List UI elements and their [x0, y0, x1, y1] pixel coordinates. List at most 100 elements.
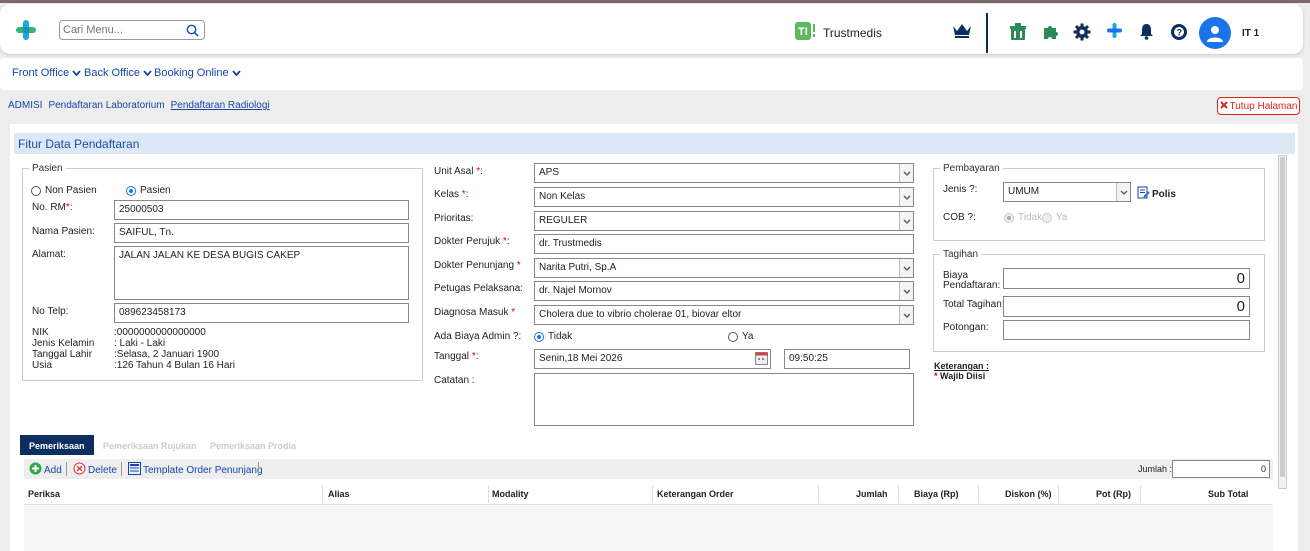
unit-label: Unit Asal *: [434, 166, 483, 177]
chevron-down-icon[interactable] [899, 212, 913, 230]
tab-pemeriksaan-rujukan[interactable]: Pemeriksaan Rujukan [94, 435, 206, 455]
support-doctor-select[interactable]: Narita Putri, Sp.A [534, 258, 914, 278]
age-value: :126 Tahun 4 Bulan 16 Hari [114, 360, 236, 371]
breadcrumb-laboratorium[interactable]: Pendaftaran Laboratorium [48, 100, 164, 111]
patient-radio[interactable]: Pasien [126, 185, 171, 196]
exam-table-header: Periksa Alias Modality Keterangan Order … [24, 483, 1273, 505]
payment-type-select[interactable]: UMUM [1003, 182, 1131, 202]
count-field[interactable]: 0 [1172, 460, 1270, 478]
patient-radio-button[interactable] [126, 185, 136, 196]
panel-scrollbar[interactable] [1278, 155, 1287, 489]
header-divider [986, 13, 988, 53]
col-jumlah[interactable]: Jumlah [856, 489, 888, 499]
required-mark: * [502, 236, 507, 247]
cob-no-radio[interactable]: Tidak [1004, 212, 1042, 223]
gear-icon[interactable] [1073, 23, 1091, 44]
col-periksa[interactable]: Periksa [28, 489, 60, 499]
add-icon [29, 462, 42, 478]
user-avatar-icon[interactable] [1199, 17, 1231, 49]
non-patient-radio-button[interactable] [31, 185, 41, 196]
column-divider [898, 485, 899, 503]
phone-label: No Telp: [32, 306, 69, 317]
class-select[interactable]: Non Kelas [534, 187, 914, 207]
menu-front-office-label: Front Office [12, 67, 70, 79]
tab-pemeriksaan-prodia[interactable]: Pemeriksaan Prodia [201, 435, 305, 455]
scrollbar-thumb[interactable] [1280, 157, 1285, 477]
menu-back-office[interactable]: Back Office [84, 67, 152, 79]
diagnosis-select[interactable]: Cholera due to vibrio cholerae 01, biova… [534, 305, 914, 325]
search-icon[interactable] [186, 24, 199, 40]
date-field-value: Senin,18 Mei 2026 [539, 353, 623, 364]
chevron-down-icon[interactable] [899, 164, 913, 182]
breadcrumb-radiologi[interactable]: Pendaftaran Radiologi [171, 100, 270, 111]
cob-no-radio-button[interactable] [1004, 212, 1014, 223]
template-order-label: Template Order Penunjang [143, 464, 263, 476]
required-mark: * [471, 351, 476, 362]
chevron-down-icon[interactable] [899, 306, 913, 324]
col-biaya[interactable]: Biaya (Rp) [914, 489, 959, 499]
notes-field[interactable] [534, 373, 914, 426]
breadcrumb-admisi[interactable]: ADMISI [8, 100, 42, 111]
chevron-down-icon[interactable] [899, 282, 913, 300]
puzzle-icon[interactable] [1042, 23, 1059, 43]
birthdate-value: :Selasa, 2 Januari 1900 [114, 349, 220, 360]
total-bill-field[interactable]: 0 [1003, 296, 1250, 317]
col-sub-total[interactable]: Sub Total [1208, 489, 1248, 499]
chevron-down-icon[interactable] [1116, 183, 1130, 201]
registration-fee-field[interactable]: 0 [1003, 268, 1250, 289]
template-order-button[interactable]: Template Order Penunjang [128, 462, 263, 478]
chevron-down-icon[interactable] [899, 259, 913, 277]
time-field[interactable]: 09:50:25 [784, 349, 910, 369]
close-page-button[interactable]: Tutup Halaman [1217, 97, 1300, 115]
add-button[interactable]: Add [29, 462, 62, 478]
patient-name-field[interactable]: SAIFUL, Tn. [114, 223, 409, 243]
support-doctor-select-value: Narita Putri, Sp.A [539, 262, 617, 273]
app-logo-icon[interactable] [15, 19, 37, 44]
admin-yes-radio[interactable]: Ya [728, 331, 754, 342]
priority-select[interactable]: REGULER [534, 211, 914, 231]
birthdate-label: Tanggal Lahir [32, 349, 93, 360]
col-modality[interactable]: Modality [492, 489, 529, 499]
officer-select[interactable]: dr. Najel Mornov [534, 281, 914, 301]
menu-booking-online[interactable]: Booking Online [154, 67, 241, 79]
delete-button[interactable]: Delete [73, 462, 117, 478]
medical-cross-icon[interactable] [1107, 23, 1122, 41]
chevron-down-icon [143, 67, 152, 79]
menu-front-office[interactable]: Front Office [12, 67, 81, 79]
polis-label: Polis [1152, 188, 1176, 200]
tab-pemeriksaan[interactable]: Pemeriksaan [20, 435, 94, 455]
polis-button[interactable]: Polis [1137, 186, 1176, 202]
registration-fee-label: Biaya Pendaftaran: [943, 271, 1000, 291]
crown-icon[interactable] [952, 22, 972, 41]
cob-yes-radio-button[interactable] [1042, 212, 1052, 223]
cob-yes-radio[interactable]: Ya [1042, 212, 1068, 223]
col-keterangan-order[interactable]: Keterangan Order [657, 489, 734, 499]
calendar-icon[interactable] [755, 352, 768, 368]
non-patient-radio[interactable]: Non Pasien [31, 185, 97, 196]
rm-field[interactable]: 25000503 [114, 200, 409, 220]
unit-select[interactable]: APS [534, 163, 914, 183]
col-pot[interactable]: Pot (Rp) [1096, 489, 1131, 499]
address-field[interactable]: JALAN JALAN KE DESA BUGIS CAKEP [114, 246, 409, 300]
nik-label: NIK [32, 327, 49, 338]
col-diskon[interactable]: Diskon (%) [1005, 489, 1052, 499]
svg-text:?: ? [1177, 28, 1183, 38]
admin-no-radio-button[interactable] [534, 331, 544, 342]
discount-field[interactable] [1003, 320, 1250, 340]
username[interactable]: IT 1 [1242, 28, 1259, 39]
officer-select-value: dr. Najel Mornov [539, 285, 612, 296]
search-box[interactable] [59, 20, 205, 40]
chevron-down-icon[interactable] [899, 188, 913, 206]
toolbar-divider [121, 462, 122, 476]
admin-yes-radio-button[interactable] [728, 331, 738, 342]
phone-field[interactable]: 089623458173 [114, 303, 409, 323]
bell-icon[interactable] [1139, 23, 1154, 43]
payment-fieldset: Pembayaran [933, 163, 1265, 241]
date-field[interactable]: Senin,18 Mei 2026 [534, 349, 771, 369]
referring-doctor-field[interactable]: dr. Trustmedis [534, 234, 914, 254]
search-input[interactable] [60, 21, 180, 39]
help-icon[interactable]: ? [1170, 23, 1188, 44]
admin-no-radio[interactable]: Tidak [534, 331, 572, 342]
cart-icon[interactable] [1009, 23, 1027, 44]
col-alias[interactable]: Alias [328, 489, 350, 499]
